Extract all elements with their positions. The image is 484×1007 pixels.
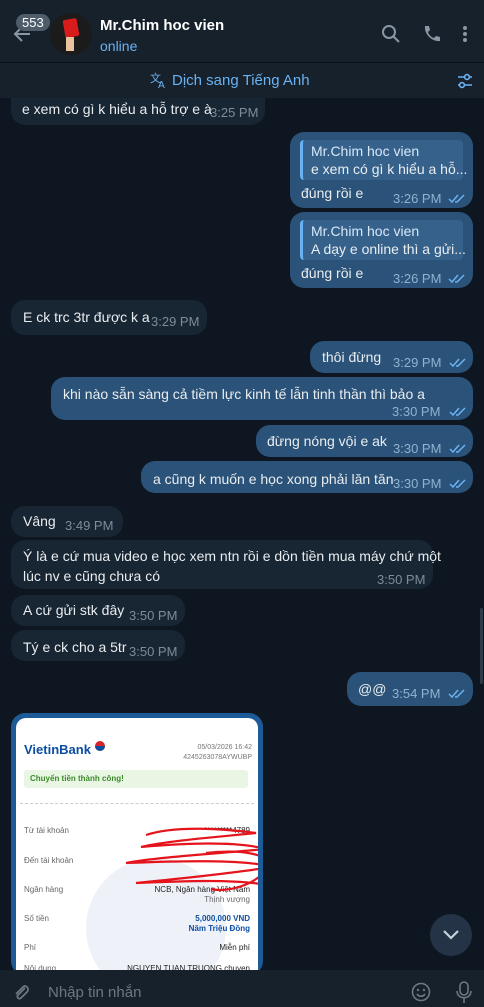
reply-name: Mr.Chim hoc vien xyxy=(311,223,420,239)
message-text: @@ xyxy=(358,681,387,697)
message-outgoing[interactable]: @@ 3:54 PM xyxy=(347,672,473,706)
message-text-line2: lúc nv e cũng chưa có xyxy=(23,568,161,584)
read-ticks-icon xyxy=(448,689,465,699)
message-incoming[interactable]: A cứ gửi stk đây 3:50 PM xyxy=(11,595,185,626)
translate-icon: 文 A xyxy=(150,71,165,89)
translate-settings-icon[interactable] xyxy=(456,73,474,89)
message-time: 3:26 PM xyxy=(393,271,442,286)
reply-quote[interactable]: Mr.Chim hoc vien A dạy e online thì a gử… xyxy=(300,220,466,260)
microphone-icon[interactable] xyxy=(455,980,473,1004)
receipt-amount-words: Năm Triệu Đồng xyxy=(188,924,250,933)
receipt-amount: 5,000,000 VND xyxy=(195,914,250,923)
avatar[interactable] xyxy=(50,13,92,55)
message-incoming[interactable]: Vâng 3:49 PM xyxy=(11,506,123,537)
contact-status: online xyxy=(100,38,138,54)
bank-logo: VietinBank xyxy=(24,742,91,757)
message-outgoing[interactable]: đừng nóng vội e ak 3:30 PM xyxy=(256,425,473,457)
success-banner: Chuyển tiền thành công! xyxy=(24,770,248,788)
message-time: 3:50 PM xyxy=(129,644,178,659)
message-incoming[interactable]: Ý là e cứ mua video e học xem ntn rồi e … xyxy=(11,540,441,589)
read-ticks-icon xyxy=(448,274,465,284)
scrollbar[interactable] xyxy=(480,608,483,684)
emoji-icon[interactable] xyxy=(411,982,431,1002)
message-composer: Nhập tin nhắn xyxy=(0,970,484,1007)
phone-icon[interactable] xyxy=(421,24,441,44)
message-time: 3:49 PM xyxy=(65,518,114,533)
receipt-paper: VietinBank 05/03/2026 16:42 4245263078AY… xyxy=(16,718,258,975)
message-outgoing[interactable]: thôi đừng 3:29 PM xyxy=(310,341,473,373)
message-time: 3:30 PM xyxy=(392,404,441,419)
message-text: a cũng k muốn e học xong phải lăn tăn xyxy=(153,471,394,487)
read-ticks-icon xyxy=(449,407,466,417)
receipt-label: Ngân hàng xyxy=(24,885,64,894)
message-text: Vâng xyxy=(23,513,56,529)
success-text: Chuyển tiền thành công! xyxy=(30,774,124,783)
message-text: A cứ gửi stk đây xyxy=(23,602,125,618)
read-ticks-icon xyxy=(449,479,466,489)
message-time: 3:50 PM xyxy=(129,608,178,623)
message-text: E ck trc 3tr được k a xyxy=(23,309,150,325)
translate-label: Dịch sang Tiếng Anh xyxy=(172,72,310,89)
message-time: 3:26 PM xyxy=(393,191,442,206)
message-outgoing[interactable]: Mr.Chim hoc vien A dạy e online thì a gử… xyxy=(290,212,473,288)
message-text: đừng nóng vội e ak xyxy=(267,433,387,449)
message-input[interactable]: Nhập tin nhắn xyxy=(48,984,141,1001)
message-time: 3:54 PM xyxy=(392,686,441,701)
receipt-label: Phí xyxy=(24,943,37,952)
receipt-label: Đến tài khoản xyxy=(24,856,74,865)
contact-name[interactable]: Mr.Chim hoc vien xyxy=(100,17,224,34)
message-time: 3:30 PM xyxy=(393,476,442,491)
receipt-value: Miễn phí xyxy=(219,943,250,952)
message-text: thôi đừng xyxy=(322,349,382,365)
message-outgoing[interactable]: a cũng k muốn e học xong phải lăn tăn 3:… xyxy=(141,461,473,493)
redaction-scribble xyxy=(125,827,258,892)
read-ticks-icon xyxy=(449,358,466,368)
chevron-down-icon xyxy=(443,930,459,940)
chat-header: 553 Mr.Chim hoc vien online xyxy=(0,0,484,62)
message-time: 3:29 PM xyxy=(151,314,200,329)
message-text: khi nào sẵn sàng cả tiềm lực kinh tế lẫn… xyxy=(63,386,425,402)
message-time: 3:29 PM xyxy=(393,355,442,370)
search-icon[interactable] xyxy=(381,24,401,44)
receipt-image[interactable]: VietinBank 05/03/2026 16:42 4245263078AY… xyxy=(11,713,263,975)
message-incoming[interactable]: E ck trc 3tr được k a 3:29 PM xyxy=(11,300,207,335)
svg-text:A: A xyxy=(158,80,165,89)
receipt-label: Số tiền xyxy=(24,914,49,923)
message-text: e xem có gì k hiểu a hỗ trợ e à xyxy=(22,101,212,117)
reply-name: Mr.Chim hoc vien xyxy=(311,143,420,159)
message-time: 3:25 PM xyxy=(210,105,259,120)
message-incoming[interactable]: Tý e ck cho a 5tr 3:50 PM xyxy=(11,630,185,661)
more-menu-icon[interactable] xyxy=(455,24,475,44)
reply-text: A dạy e online thì a gửi... xyxy=(311,241,466,257)
read-ticks-icon xyxy=(449,444,466,454)
reply-quote[interactable]: Mr.Chim hoc vien e xem có gì k hiểu a hỗ… xyxy=(300,140,467,180)
read-ticks-icon xyxy=(448,194,465,204)
message-text: đúng rồi e xyxy=(301,185,364,201)
message-outgoing[interactable]: Mr.Chim hoc vien e xem có gì k hiểu a hỗ… xyxy=(290,132,473,208)
unread-badge: 553 xyxy=(16,14,50,31)
divider xyxy=(20,803,254,804)
translate-bar[interactable]: 文 A Dịch sang Tiếng Anh xyxy=(0,62,484,98)
message-time: 3:30 PM xyxy=(393,441,442,456)
message-text: đúng rồi e xyxy=(301,265,364,281)
reply-text: e xem có gì k hiểu a hỗ... xyxy=(311,161,468,177)
message-text-line1: Ý là e cứ mua video e học xem ntn rồi e … xyxy=(23,548,441,564)
attach-icon[interactable] xyxy=(12,982,30,1002)
receipt-label: Từ tài khoản xyxy=(24,826,69,835)
message-text: Tý e ck cho a 5tr xyxy=(23,639,127,655)
bank-logo-icon xyxy=(95,741,105,751)
message-incoming[interactable]: e xem có gì k hiểu a hỗ trợ e à 3:25 PM xyxy=(11,98,265,125)
receipt-ref: 4245263078AYWUBP xyxy=(183,754,252,761)
receipt-datetime: 05/03/2026 16:42 xyxy=(197,744,253,751)
scroll-down-button[interactable] xyxy=(430,914,472,956)
message-time: 3:50 PM xyxy=(377,572,426,587)
message-outgoing[interactable]: khi nào sẵn sàng cả tiềm lực kinh tế lẫn… xyxy=(51,377,473,420)
